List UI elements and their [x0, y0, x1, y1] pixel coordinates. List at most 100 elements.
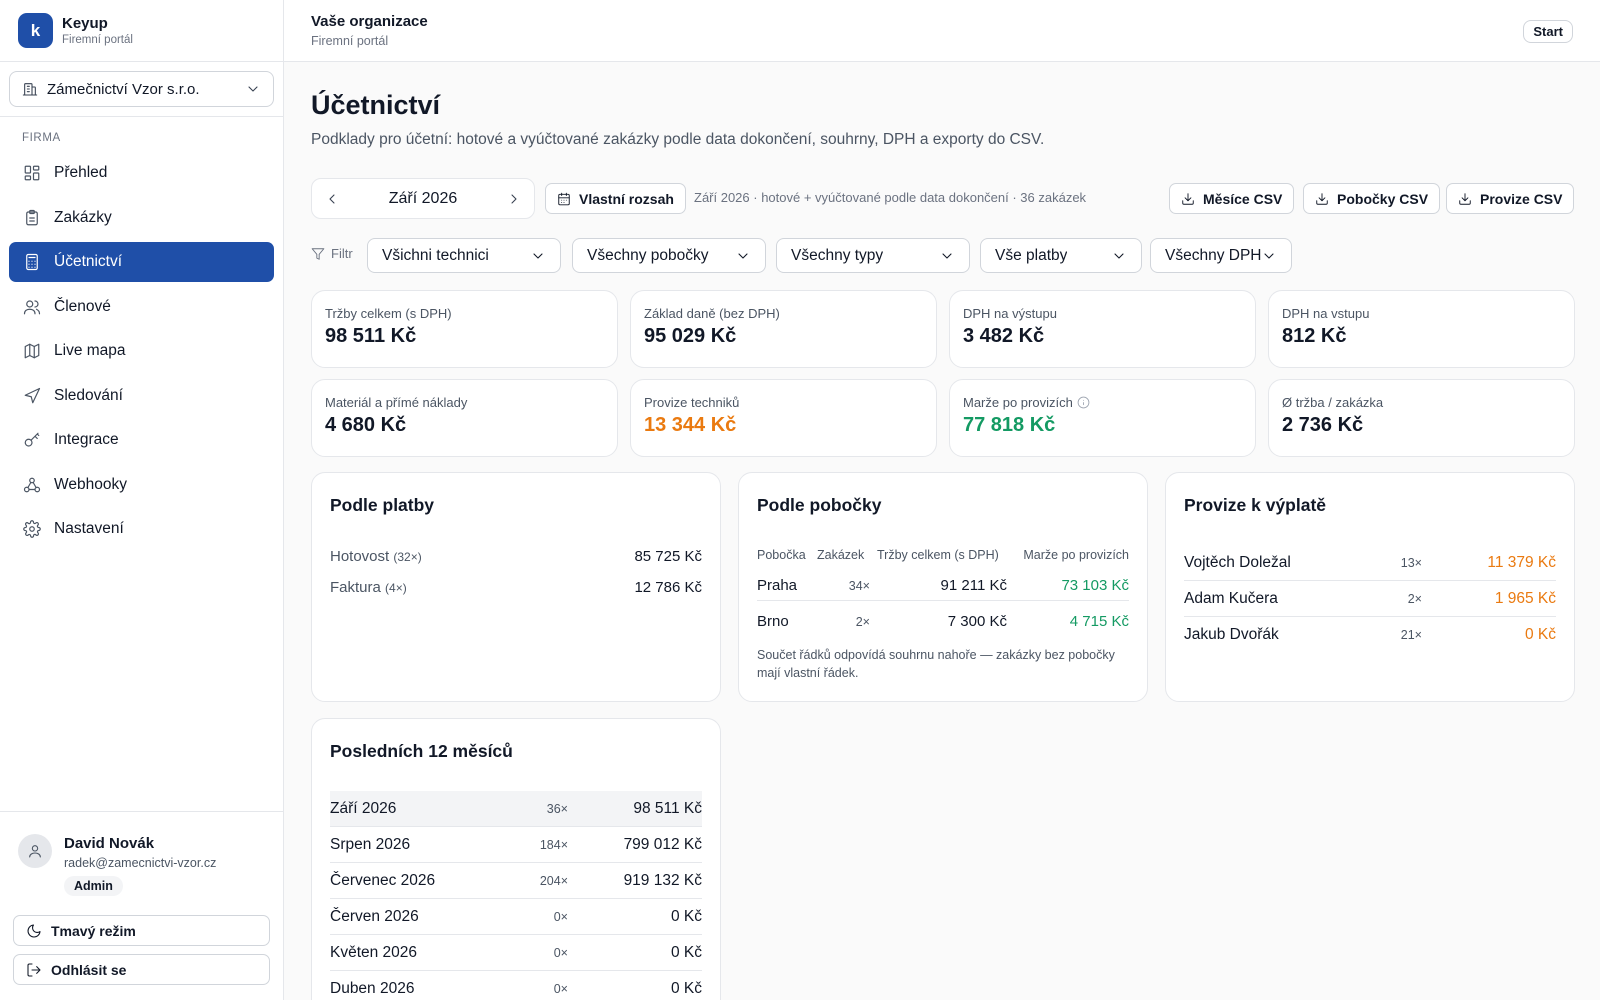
- commission-row: Adam Kučera 2× 1 965 Kč: [1184, 581, 1556, 617]
- payment-name: Hotovost: [330, 548, 390, 565]
- export-branches-csv-button[interactable]: Pobočky CSV: [1303, 183, 1441, 214]
- export-commissions-csv-button[interactable]: Provize CSV: [1446, 183, 1575, 214]
- building-icon: [22, 81, 38, 97]
- stat-card-margin: Marže po provizích 77 818 Kč: [949, 379, 1256, 457]
- card-title: Provize k výplatě: [1184, 495, 1327, 515]
- range-info: Září 2026 · hotové + vyúčtované podle da…: [694, 190, 1087, 205]
- logout-button[interactable]: Odhlásit se: [13, 954, 270, 985]
- sidebar-item-integrace[interactable]: Integrace: [9, 420, 274, 460]
- export-months-label: Měsíce CSV: [1203, 190, 1283, 207]
- payment-count: (4×): [385, 581, 407, 595]
- download-icon: [1315, 192, 1329, 206]
- technician-count: 13×: [1400, 555, 1422, 570]
- type-filter-select[interactable]: Všechny typy: [776, 238, 970, 273]
- chevron-down-icon: [939, 248, 955, 264]
- sidebar-item-webhooky[interactable]: Webhooky: [9, 465, 274, 505]
- sidebar-item-label: Přehled: [54, 164, 108, 181]
- month-row[interactable]: Září 2026 36× 98 511 Kč: [330, 791, 702, 827]
- card-title: Podle platby: [330, 495, 435, 515]
- sidebar-item-label: Účetnictví: [54, 253, 123, 270]
- branch-name: Brno: [757, 613, 789, 630]
- month-row[interactable]: Červen 2026 0× 0 Kč: [330, 899, 702, 935]
- sidebar-item-sledovani[interactable]: Sledování: [9, 376, 274, 416]
- custom-range-button[interactable]: Vlastní rozsah: [545, 183, 686, 214]
- export-months-csv-button[interactable]: Měsíce CSV: [1169, 183, 1295, 214]
- last-12-months-card: Posledních 12 měsíců Září 2026 36× 98 51…: [311, 718, 721, 1000]
- filter-icon: [311, 247, 325, 261]
- stat-card-revenue: Tržby celkem (s DPH) 98 511 Kč: [311, 290, 618, 368]
- user-role-badge: Admin: [64, 876, 123, 896]
- branch-filter-select[interactable]: Všechny pobočky: [572, 238, 766, 273]
- branch-name: Praha: [757, 577, 798, 594]
- dashboard-icon: [23, 164, 41, 182]
- technician-filter-select[interactable]: Všichni technici: [367, 238, 561, 273]
- month-name: Červenec 2026: [330, 871, 436, 889]
- month-value: 0 Kč: [670, 943, 702, 961]
- user-email: radek@zamecnictvi-vzor.cz: [64, 856, 217, 870]
- vat-filter-value: Všechny DPH: [1165, 246, 1261, 264]
- branch-margin: 4 715 Kč: [1069, 613, 1129, 630]
- branch-count: 2×: [855, 615, 870, 629]
- stat-value: 4 680 Kč: [325, 414, 407, 436]
- column-header: Zakázek: [817, 548, 865, 562]
- organization-select[interactable]: Zámečnictví Vzor s.r.o.: [9, 71, 274, 107]
- download-icon: [1458, 192, 1472, 206]
- month-row[interactable]: Duben 2026 0× 0 Kč: [330, 971, 702, 1000]
- branch-filter-value: Všechny pobočky: [587, 246, 709, 264]
- sidebar: k Keyup Firemní portál Zámečnictví Vzor …: [0, 0, 284, 1000]
- download-icon: [1181, 192, 1195, 206]
- payment-filter-select[interactable]: Vše platby: [980, 238, 1142, 273]
- brand: k Keyup Firemní portál: [0, 0, 283, 62]
- stat-label: Provize techniků: [644, 395, 740, 410]
- commission-row: Vojtěch Doležal 13× 11 379 Kč: [1184, 545, 1556, 581]
- sidebar-item-ucetnictvi[interactable]: Účetnictví: [9, 242, 274, 282]
- payment-value: 85 725 Kč: [634, 548, 702, 565]
- sidebar-item-nastaveni[interactable]: Nastavení: [9, 509, 274, 549]
- payment-filter-value: Vše platby: [995, 246, 1068, 264]
- logout-label: Odhlásit se: [51, 961, 127, 978]
- type-filter-value: Všechny typy: [791, 246, 884, 264]
- chevron-down-icon: [1261, 248, 1277, 264]
- chevron-down-icon: [1111, 248, 1127, 264]
- sidebar-item-clenove[interactable]: Členové: [9, 287, 274, 327]
- dark-mode-button[interactable]: Tmavý režim: [13, 915, 270, 946]
- vat-filter-select[interactable]: Všechny DPH: [1150, 238, 1292, 273]
- column-header: Pobočka: [757, 548, 806, 562]
- page-title: Účetnictví: [311, 90, 441, 120]
- month-name: Červen 2026: [330, 907, 419, 925]
- chevron-left-icon[interactable]: [324, 191, 340, 207]
- info-icon[interactable]: [1077, 396, 1090, 409]
- user-icon: [27, 843, 43, 859]
- stat-label: Tržby celkem (s DPH): [325, 306, 452, 321]
- branch-revenue: 91 211 Kč: [940, 577, 1007, 594]
- sidebar-item-live-mapa[interactable]: Live mapa: [9, 331, 274, 371]
- brand-logo: k: [18, 13, 53, 48]
- chevron-right-icon[interactable]: [506, 191, 522, 207]
- start-button[interactable]: Start: [1523, 20, 1573, 43]
- month-value: 0 Kč: [670, 979, 702, 997]
- stat-value: 77 818 Kč: [963, 414, 1056, 436]
- stat-card-material: Materiál a přímé náklady 4 680 Kč: [311, 379, 618, 457]
- organization-subtitle: Firemní portál: [311, 34, 389, 48]
- month-name: Duben 2026: [330, 979, 415, 997]
- payment-value: 12 786 Kč: [634, 579, 702, 596]
- map-icon: [23, 342, 41, 360]
- month-name: Září 2026: [330, 799, 397, 817]
- month-row[interactable]: Srpen 2026 184× 799 012 Kč: [330, 827, 702, 863]
- export-branches-label: Pobočky CSV: [1337, 190, 1429, 207]
- stat-value: 2 736 Kč: [1282, 414, 1364, 436]
- sidebar-item-zakazky[interactable]: Zakázky: [9, 198, 274, 238]
- sidebar-item-prehled[interactable]: Přehled: [9, 153, 274, 193]
- month-count: 0×: [553, 909, 568, 924]
- brand-name: Keyup: [62, 15, 108, 32]
- chevron-down-icon: [735, 248, 751, 264]
- sidebar-item-label: Sledování: [54, 386, 123, 404]
- month-name: Srpen 2026: [330, 835, 411, 853]
- month-row[interactable]: Květen 2026 0× 0 Kč: [330, 935, 702, 971]
- month-row[interactable]: Červenec 2026 204× 919 132 Kč: [330, 863, 702, 899]
- sidebar-section-label: FIRMA: [22, 132, 61, 144]
- month-count: 36×: [546, 801, 568, 816]
- gear-icon: [23, 520, 41, 538]
- webhook-icon: [23, 476, 41, 494]
- branch-revenue: 7 300 Kč: [947, 613, 1007, 630]
